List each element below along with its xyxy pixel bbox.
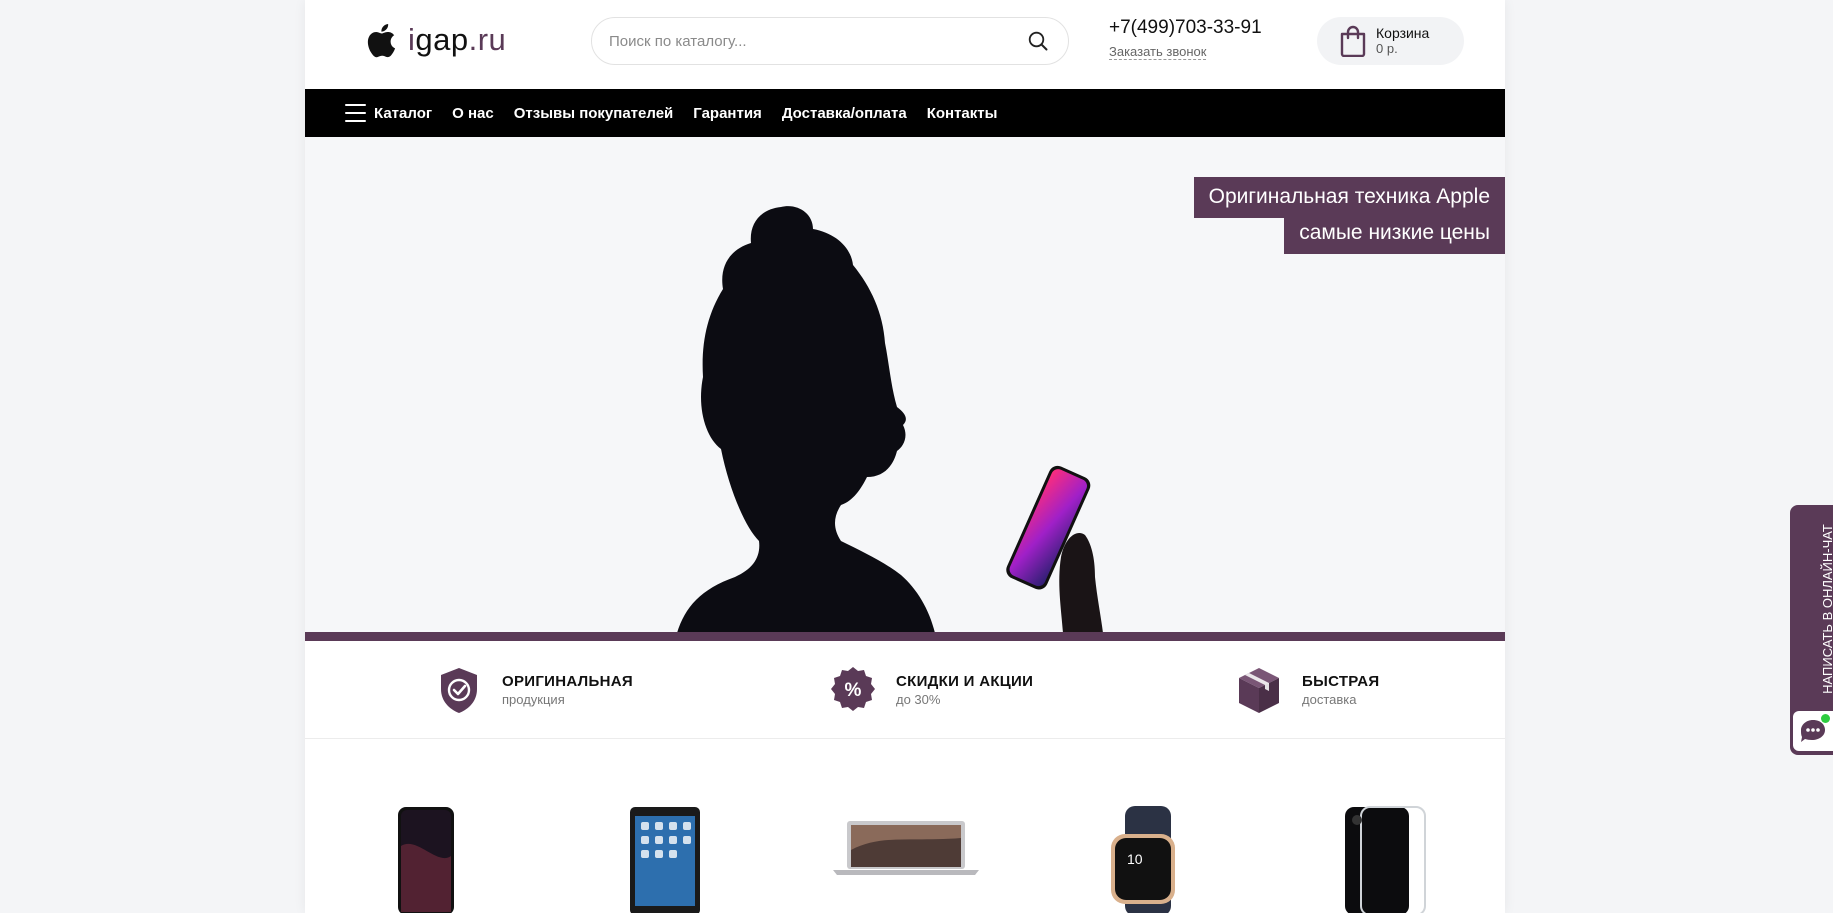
main-nav: Каталог О нас Отзывы покупателей Гаранти… — [305, 89, 1505, 137]
promo-banner-line1: Оригинальная техника Apple — [1193, 177, 1505, 218]
hero-banner[interactable]: Оригинальная техника Apple самые низкие … — [305, 137, 1505, 633]
site-logo[interactable]: igap.ru — [365, 18, 506, 62]
svg-text:10: 10 — [1127, 851, 1143, 867]
product-iphone-case[interactable] — [1343, 806, 1427, 913]
nav-item-contacts[interactable]: Контакты — [927, 105, 998, 122]
contact-block: +7(499)703-33-91 Заказать звонок — [1109, 17, 1262, 61]
logo-name: gap — [415, 22, 469, 57]
chat-button[interactable] — [1793, 711, 1833, 751]
nav-item-delivery[interactable]: Доставка/оплата — [782, 105, 907, 122]
logo-text: igap.ru — [408, 22, 506, 58]
menu-icon[interactable] — [345, 104, 366, 122]
apple-logo-icon — [367, 23, 396, 57]
cart-button[interactable]: Корзина 0 р. — [1317, 17, 1464, 65]
feature-subtitle: доставка — [1302, 692, 1357, 707]
feature-delivery: БЫСТРАЯ доставка — [1235, 665, 1380, 715]
feature-original: ОРИГИНАЛЬНАЯ продукция — [435, 665, 633, 715]
logo-tld: .ru — [468, 22, 507, 57]
feature-title: БЫСТРАЯ — [1302, 673, 1380, 690]
nav-item-warranty[interactable]: Гарантия — [693, 105, 762, 122]
nav-item-about[interactable]: О нас — [452, 105, 494, 122]
nav-item-reviews[interactable]: Отзывы покупателей — [514, 105, 674, 122]
chat-tab-label: НАПИСАТЬ В ОНЛАЙН-ЧАТ — [1819, 524, 1833, 694]
apple-watch-image: 10 — [1111, 806, 1175, 913]
macbook-air-image — [833, 821, 979, 875]
feature-title: СКИДКИ И АКЦИИ — [896, 673, 1034, 690]
hero-accent-bar — [305, 632, 1505, 641]
iphone-xr-image — [398, 807, 454, 913]
callback-link[interactable]: Заказать звонок — [1109, 45, 1207, 60]
feature-title: ОРИГИНАЛЬНАЯ — [502, 673, 633, 690]
feature-subtitle: до 30% — [896, 692, 941, 707]
box-icon — [1239, 668, 1279, 713]
shield-check-icon — [441, 668, 477, 713]
nav-item-catalog[interactable]: Каталог — [374, 105, 432, 122]
search-button[interactable] — [1016, 19, 1060, 63]
phone-number[interactable]: +7(499)703-33-91 — [1109, 17, 1262, 39]
search-box — [591, 17, 1069, 65]
ipad-mini-image — [630, 807, 700, 913]
search-input[interactable] — [609, 32, 1016, 50]
cart-label: Корзина — [1376, 25, 1430, 41]
product-iphone-xr[interactable] — [397, 806, 455, 913]
svg-text:%: % — [845, 680, 862, 701]
feature-discounts: % СКИДКИ И АКЦИИ до 30% — [829, 665, 1033, 715]
promo-text-line1: Оригинальная техника Apple — [1193, 177, 1505, 218]
search-icon — [1028, 31, 1048, 51]
cart-total: 0 р. — [1376, 41, 1398, 56]
product-ipad-mini[interactable] — [629, 806, 701, 913]
product-apple-watch[interactable]: 10 — [1099, 806, 1195, 913]
site-header: igap.ru +7(499)703-33-91 Заказать звонок… — [305, 0, 1505, 89]
page: igap.ru +7(499)703-33-91 Заказать звонок… — [305, 0, 1505, 913]
product-macbook-air[interactable] — [831, 820, 981, 881]
shopping-bag-icon — [1340, 25, 1366, 57]
features-strip: ОРИГИНАЛЬНАЯ продукция % СКИДКИ И АКЦИИ … — [305, 641, 1505, 739]
product-category-row: 10 — [305, 740, 1505, 913]
online-chat-tab[interactable]: НАПИСАТЬ В ОНЛАЙН-ЧАТ — [1790, 505, 1833, 755]
iphone-case-image — [1345, 806, 1426, 913]
online-status-dot — [1821, 714, 1830, 723]
percent-badge-icon: % — [831, 667, 875, 711]
feature-subtitle: продукция — [502, 692, 565, 707]
promo-text-line2: самые низкие цены — [1284, 213, 1505, 254]
cart-summary: Корзина 0 р. — [1376, 25, 1430, 57]
promo-banner-line2: самые низкие цены — [1284, 213, 1505, 254]
